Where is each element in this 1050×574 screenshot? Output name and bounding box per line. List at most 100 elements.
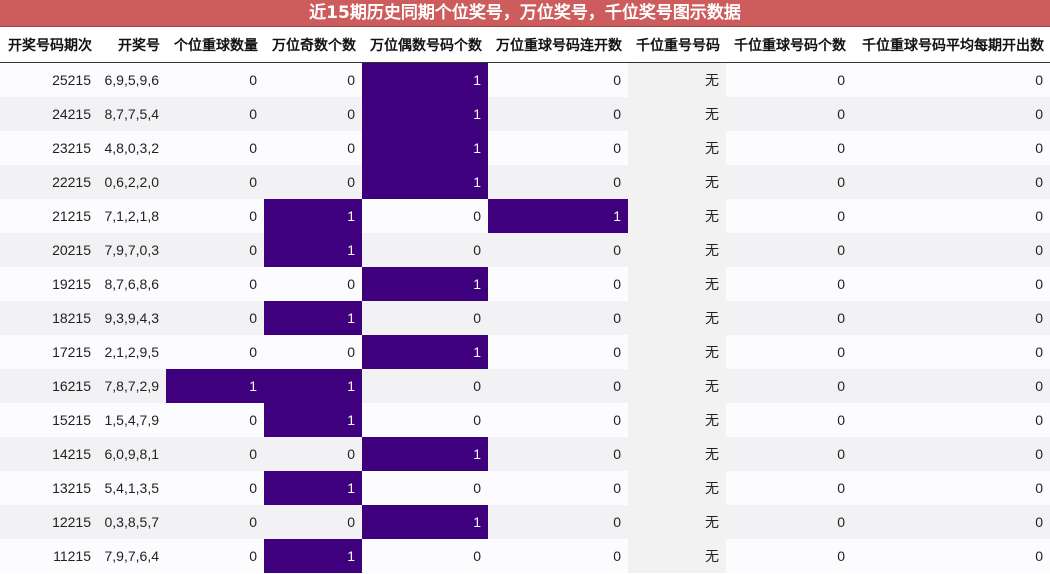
number-cell: 1,5,4,7,9 <box>98 403 166 437</box>
thousand-repeat-number-cell: 无 <box>628 471 726 505</box>
thousand-repeat-number-cell: 无 <box>628 267 726 301</box>
issue-cell: 22215 <box>0 165 98 199</box>
units-repeat-cell: 0 <box>166 62 264 97</box>
table-row: 24215 8,7,7,5,4 0 0 1 0 无 0 0 <box>0 97 1050 131</box>
tenk-odd-cell: 1 <box>264 301 362 335</box>
tenk-even-cell: 1 <box>362 97 488 131</box>
table-row: 17215 2,1,2,9,5 0 0 1 0 无 0 0 <box>0 335 1050 369</box>
issue-cell: 21215 <box>0 199 98 233</box>
issue-cell: 11215 <box>0 539 98 573</box>
table-row: 18215 9,3,9,4,3 0 1 0 0 无 0 0 <box>0 301 1050 335</box>
column-header-thousand-repeat-count: 千位重球号码个数 <box>726 27 852 63</box>
tenk-repeat-streak-cell: 0 <box>488 233 628 267</box>
thousand-repeat-average-cell: 0 <box>852 471 1050 505</box>
tenk-repeat-streak-cell: 0 <box>488 403 628 437</box>
units-repeat-cell: 0 <box>166 505 264 539</box>
thousand-repeat-average-cell: 0 <box>852 335 1050 369</box>
issue-cell: 15215 <box>0 403 98 437</box>
thousand-repeat-count-cell: 0 <box>726 505 852 539</box>
thousand-repeat-count-cell: 0 <box>726 97 852 131</box>
thousand-repeat-average-cell: 0 <box>852 97 1050 131</box>
number-cell: 7,9,7,6,4 <box>98 539 166 573</box>
issue-cell: 16215 <box>0 369 98 403</box>
tenk-repeat-streak-cell: 0 <box>488 131 628 165</box>
tenk-repeat-streak-cell: 0 <box>488 437 628 471</box>
units-repeat-cell: 0 <box>166 131 264 165</box>
tenk-repeat-streak-cell: 0 <box>488 539 628 573</box>
thousand-repeat-average-cell: 0 <box>852 131 1050 165</box>
number-cell: 2,1,2,9,5 <box>98 335 166 369</box>
units-repeat-cell: 0 <box>166 471 264 505</box>
tenk-odd-cell: 1 <box>264 403 362 437</box>
table-row: 15215 1,5,4,7,9 0 1 0 0 无 0 0 <box>0 403 1050 437</box>
tenk-odd-cell: 1 <box>264 199 362 233</box>
tenk-even-cell: 0 <box>362 403 488 437</box>
thousand-repeat-average-cell: 0 <box>852 437 1050 471</box>
table-body: 25215 6,9,5,9,6 0 0 1 0 无 0 0 24215 8,7,7,5,4 0 0 1 0 无… <box>0 62 1050 573</box>
thousand-repeat-count-cell: 0 <box>726 199 852 233</box>
units-repeat-cell: 0 <box>166 403 264 437</box>
issue-cell: 20215 <box>0 233 98 267</box>
tenk-odd-cell: 1 <box>264 471 362 505</box>
tenk-repeat-streak-cell: 0 <box>488 301 628 335</box>
table-row: 22215 0,6,2,2,0 0 0 1 0 无 0 0 <box>0 165 1050 199</box>
tenk-odd-cell: 0 <box>264 97 362 131</box>
thousand-repeat-number-cell: 无 <box>628 233 726 267</box>
thousand-repeat-number-cell: 无 <box>628 335 726 369</box>
column-header-tenk-odd: 万位奇数个数 <box>264 27 362 63</box>
thousand-repeat-count-cell: 0 <box>726 301 852 335</box>
thousand-repeat-average-cell: 0 <box>852 267 1050 301</box>
thousand-repeat-number-cell: 无 <box>628 369 726 403</box>
tenk-odd-cell: 0 <box>264 62 362 97</box>
number-cell: 0,3,8,5,7 <box>98 505 166 539</box>
units-repeat-cell: 0 <box>166 199 264 233</box>
page-title: 近15期历史同期个位奖号，万位奖号，千位奖号图示数据 <box>0 0 1050 27</box>
table-header: 开奖号码期次 开奖号 个位重球数量 万位奇数个数 万位偶数号码个数 万位重球号码… <box>0 27 1050 63</box>
tenk-even-cell: 0 <box>362 471 488 505</box>
tenk-even-cell: 0 <box>362 301 488 335</box>
tenk-repeat-streak-cell: 0 <box>488 62 628 97</box>
column-header-issue: 开奖号码期次 <box>0 27 98 63</box>
table-row: 23215 4,8,0,3,2 0 0 1 0 无 0 0 <box>0 131 1050 165</box>
issue-cell: 23215 <box>0 131 98 165</box>
thousand-repeat-average-cell: 0 <box>852 403 1050 437</box>
tenk-even-cell: 0 <box>362 233 488 267</box>
issue-cell: 12215 <box>0 505 98 539</box>
thousand-repeat-count-cell: 0 <box>726 403 852 437</box>
column-header-number: 开奖号 <box>98 27 166 63</box>
issue-cell: 18215 <box>0 301 98 335</box>
tenk-odd-cell: 0 <box>264 437 362 471</box>
units-repeat-cell: 0 <box>166 97 264 131</box>
tenk-even-cell: 1 <box>362 165 488 199</box>
tenk-repeat-streak-cell: 0 <box>488 471 628 505</box>
thousand-repeat-count-cell: 0 <box>726 267 852 301</box>
thousand-repeat-number-cell: 无 <box>628 97 726 131</box>
table-row: 11215 7,9,7,6,4 0 1 0 0 无 0 0 <box>0 539 1050 573</box>
tenk-even-cell: 1 <box>362 62 488 97</box>
tenk-repeat-streak-cell: 0 <box>488 335 628 369</box>
tenk-repeat-streak-cell: 0 <box>488 369 628 403</box>
number-cell: 7,9,7,0,3 <box>98 233 166 267</box>
thousand-repeat-count-cell: 0 <box>726 471 852 505</box>
tenk-even-cell: 0 <box>362 199 488 233</box>
tenk-repeat-streak-cell: 0 <box>488 505 628 539</box>
number-cell: 6,0,9,8,1 <box>98 437 166 471</box>
thousand-repeat-number-cell: 无 <box>628 403 726 437</box>
issue-cell: 25215 <box>0 62 98 97</box>
tenk-even-cell: 1 <box>362 437 488 471</box>
units-repeat-cell: 0 <box>166 301 264 335</box>
table-row: 25215 6,9,5,9,6 0 0 1 0 无 0 0 <box>0 62 1050 97</box>
thousand-repeat-count-cell: 0 <box>726 335 852 369</box>
thousand-repeat-number-cell: 无 <box>628 131 726 165</box>
number-cell: 0,6,2,2,0 <box>98 165 166 199</box>
column-header-units-repeat: 个位重球数量 <box>166 27 264 63</box>
table-row: 16215 7,8,7,2,9 1 1 0 0 无 0 0 <box>0 369 1050 403</box>
thousand-repeat-count-cell: 0 <box>726 131 852 165</box>
issue-cell: 14215 <box>0 437 98 471</box>
thousand-repeat-number-cell: 无 <box>628 62 726 97</box>
header-row: 开奖号码期次 开奖号 个位重球数量 万位奇数个数 万位偶数号码个数 万位重球号码… <box>0 27 1050 63</box>
thousand-repeat-average-cell: 0 <box>852 301 1050 335</box>
thousand-repeat-number-cell: 无 <box>628 505 726 539</box>
thousand-repeat-average-cell: 0 <box>852 62 1050 97</box>
thousand-repeat-number-cell: 无 <box>628 539 726 573</box>
